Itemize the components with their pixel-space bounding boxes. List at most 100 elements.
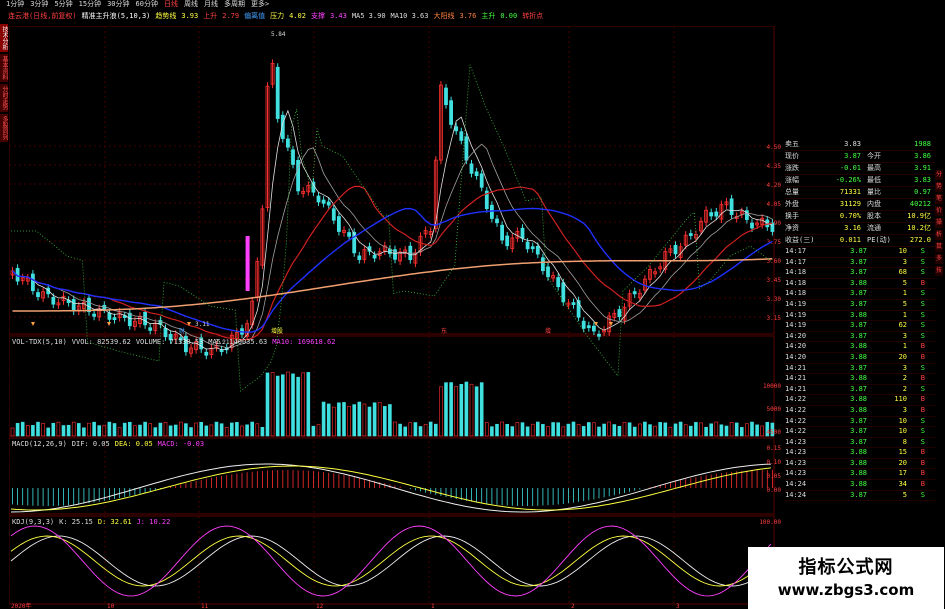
tick-row[interactable]: 14:20 3.88 1 B xyxy=(785,342,935,353)
side-tab-3[interactable]: 多股同列 xyxy=(0,114,8,142)
side-tab-0[interactable]: 技术分析 xyxy=(0,24,8,52)
tick-list[interactable]: 14:17 3.87 10 S 14:17 3.87 3 S 14:18 3.87 68 S 14:18… xyxy=(785,247,935,502)
tick-row[interactable]: 14:21 3.87 2 S xyxy=(785,385,935,396)
macd-tick: 0.00 xyxy=(767,487,782,494)
tick-time: 14:17 xyxy=(785,257,807,266)
tick-side: S xyxy=(920,321,925,330)
tick-volume: 5 xyxy=(902,278,907,287)
quote-label: 涨幅 xyxy=(785,176,799,184)
right-tool-4[interactable]: 操 xyxy=(935,218,943,228)
tick-row[interactable]: 14:17 3.87 10 S xyxy=(785,247,935,258)
panel-frame-2 xyxy=(9,437,775,515)
right-tool-2[interactable]: 笔 xyxy=(935,194,943,204)
period-tab-9[interactable]: 多周期 xyxy=(224,0,245,9)
signal-triangle xyxy=(107,322,111,326)
volume-bar xyxy=(372,402,377,437)
tick-row[interactable]: 14:18 3.88 5 B xyxy=(785,279,935,290)
volume-bar xyxy=(352,404,357,437)
quote-row: 卖五 3.83 1988 xyxy=(785,139,935,151)
period-tab-5[interactable]: 60分钟 xyxy=(136,0,158,9)
volume-bar xyxy=(495,423,499,437)
volume-bar xyxy=(704,426,708,437)
trend-label: 趋势线 xyxy=(155,12,177,20)
quote-value: -0.01 xyxy=(839,164,861,172)
tick-row[interactable]: 14:23 3.88 17 B xyxy=(785,469,935,481)
period-tab-4[interactable]: 30分钟 xyxy=(107,0,129,9)
period-tab-8[interactable]: 月线 xyxy=(204,0,218,9)
tick-row[interactable]: 14:22 3.88 3 B xyxy=(785,406,935,417)
quote-value: 3.16 xyxy=(844,224,861,232)
right-tool-3[interactable]: 价 xyxy=(935,206,943,216)
volume-bar xyxy=(505,423,510,437)
volume-bar xyxy=(403,426,408,437)
period-tab-7[interactable]: 周线 xyxy=(184,0,198,9)
right-tool-1[interactable]: 势 xyxy=(935,182,943,192)
event-mark-2[interactable]: 东 xyxy=(441,327,447,335)
period-tab-10[interactable]: 更多> xyxy=(251,0,269,9)
indicator-name[interactable]: 精准主升浪(5,10,3) xyxy=(82,11,151,21)
panel-frame-3 xyxy=(9,515,775,605)
tick-row[interactable]: 14:18 3.87 1 S xyxy=(785,289,935,300)
volume-bar xyxy=(714,421,719,437)
tick-row[interactable]: 14:21 3.88 2 B xyxy=(785,374,935,385)
volume-bar xyxy=(301,372,306,437)
vol-tick: 5000 xyxy=(767,406,782,413)
volume-bar xyxy=(668,426,673,437)
right-tool-6[interactable]: 鼠 xyxy=(935,242,943,252)
candle xyxy=(163,327,168,338)
ma5-line xyxy=(12,109,773,351)
volume-bar xyxy=(622,422,627,437)
quote-value: 31129 xyxy=(839,200,861,208)
vol-tick: 10000 xyxy=(763,383,781,390)
macd-title[interactable]: MACD(12,26,9) xyxy=(12,440,67,449)
right-tool-5[interactable]: 析 xyxy=(935,230,943,240)
quote-row: 收益(三) 0.011 PE(动) 272.0 xyxy=(785,235,935,247)
macd-tick: 0.10 xyxy=(767,459,782,466)
price-tick: 3.75 xyxy=(767,239,782,246)
period-tab-0[interactable]: 1分钟 xyxy=(6,0,24,9)
side-tab-1[interactable]: 基本资料 xyxy=(0,54,8,82)
tick-row[interactable]: 14:24 3.87 5 S xyxy=(785,491,935,502)
volume-bar xyxy=(71,421,76,437)
tick-row[interactable]: 14:22 3.88 110 B xyxy=(785,395,935,406)
volume-bar xyxy=(755,424,759,437)
tick-row[interactable]: 14:20 3.87 3 S xyxy=(785,332,935,343)
tick-row[interactable]: 14:19 3.87 5 S xyxy=(785,300,935,311)
quote-label-2: 今开 xyxy=(867,152,881,160)
volume-bar xyxy=(199,421,203,437)
tick-row[interactable]: 14:21 3.87 3 S xyxy=(785,364,935,375)
right-tool-0[interactable]: 分 xyxy=(935,170,943,180)
right-tool-8[interactable]: 技 xyxy=(935,266,943,276)
date-tick: 1 xyxy=(431,603,435,609)
tick-row[interactable]: 14:20 3.88 20 B xyxy=(785,353,935,364)
tick-side: B xyxy=(920,405,925,414)
tick-row[interactable]: 14:17 3.87 3 S xyxy=(785,258,935,269)
volume-bar xyxy=(530,423,535,437)
right-tool-7[interactable]: 多 xyxy=(935,254,943,264)
tick-row[interactable]: 14:19 3.88 1 S xyxy=(785,311,935,322)
period-tab-2[interactable]: 5分钟 xyxy=(54,0,72,9)
j-value: J: 10.22 xyxy=(136,518,171,526)
event-mark-1[interactable]: 增股 xyxy=(271,327,283,335)
tick-row[interactable]: 14:22 3.87 10 S xyxy=(785,417,935,428)
period-tab-1[interactable]: 3分钟 xyxy=(30,0,48,9)
vol-title[interactable]: VOL-TDX(5,10) xyxy=(12,338,67,347)
event-mark-0[interactable]: 财 xyxy=(179,327,185,335)
kdj-title[interactable]: KDJ(9,3,3) xyxy=(12,518,54,527)
tick-row[interactable]: 14:18 3.87 68 S xyxy=(785,268,935,279)
period-tab-3[interactable]: 15分钟 xyxy=(79,0,101,9)
volume-bar xyxy=(77,423,81,437)
volume-bar xyxy=(92,421,96,437)
tick-row[interactable]: 14:19 3.87 62 S xyxy=(785,321,935,332)
tick-row[interactable]: 14:23 3.88 15 B xyxy=(785,448,935,459)
tick-row[interactable]: 14:23 3.88 20 B xyxy=(785,459,935,470)
quote-value-2: 40212 xyxy=(909,200,931,208)
quote-panel: 卖五 3.83 1988 现价 3.87 今开 3.86 涨跌 -0.01 最高 3.91 涨幅 -0.… xyxy=(785,139,935,502)
event-mark-3[interactable]: 增 xyxy=(545,327,551,335)
period-tab-6[interactable]: 日线 xyxy=(164,0,178,9)
side-tab-2[interactable]: 分时走势 xyxy=(0,84,8,112)
tick-row[interactable]: 14:24 3.88 34 B xyxy=(785,480,935,491)
tick-row[interactable]: 14:22 3.87 10 S xyxy=(785,427,935,438)
candle xyxy=(571,302,576,305)
tick-row[interactable]: 14:23 3.87 8 S xyxy=(785,438,935,449)
